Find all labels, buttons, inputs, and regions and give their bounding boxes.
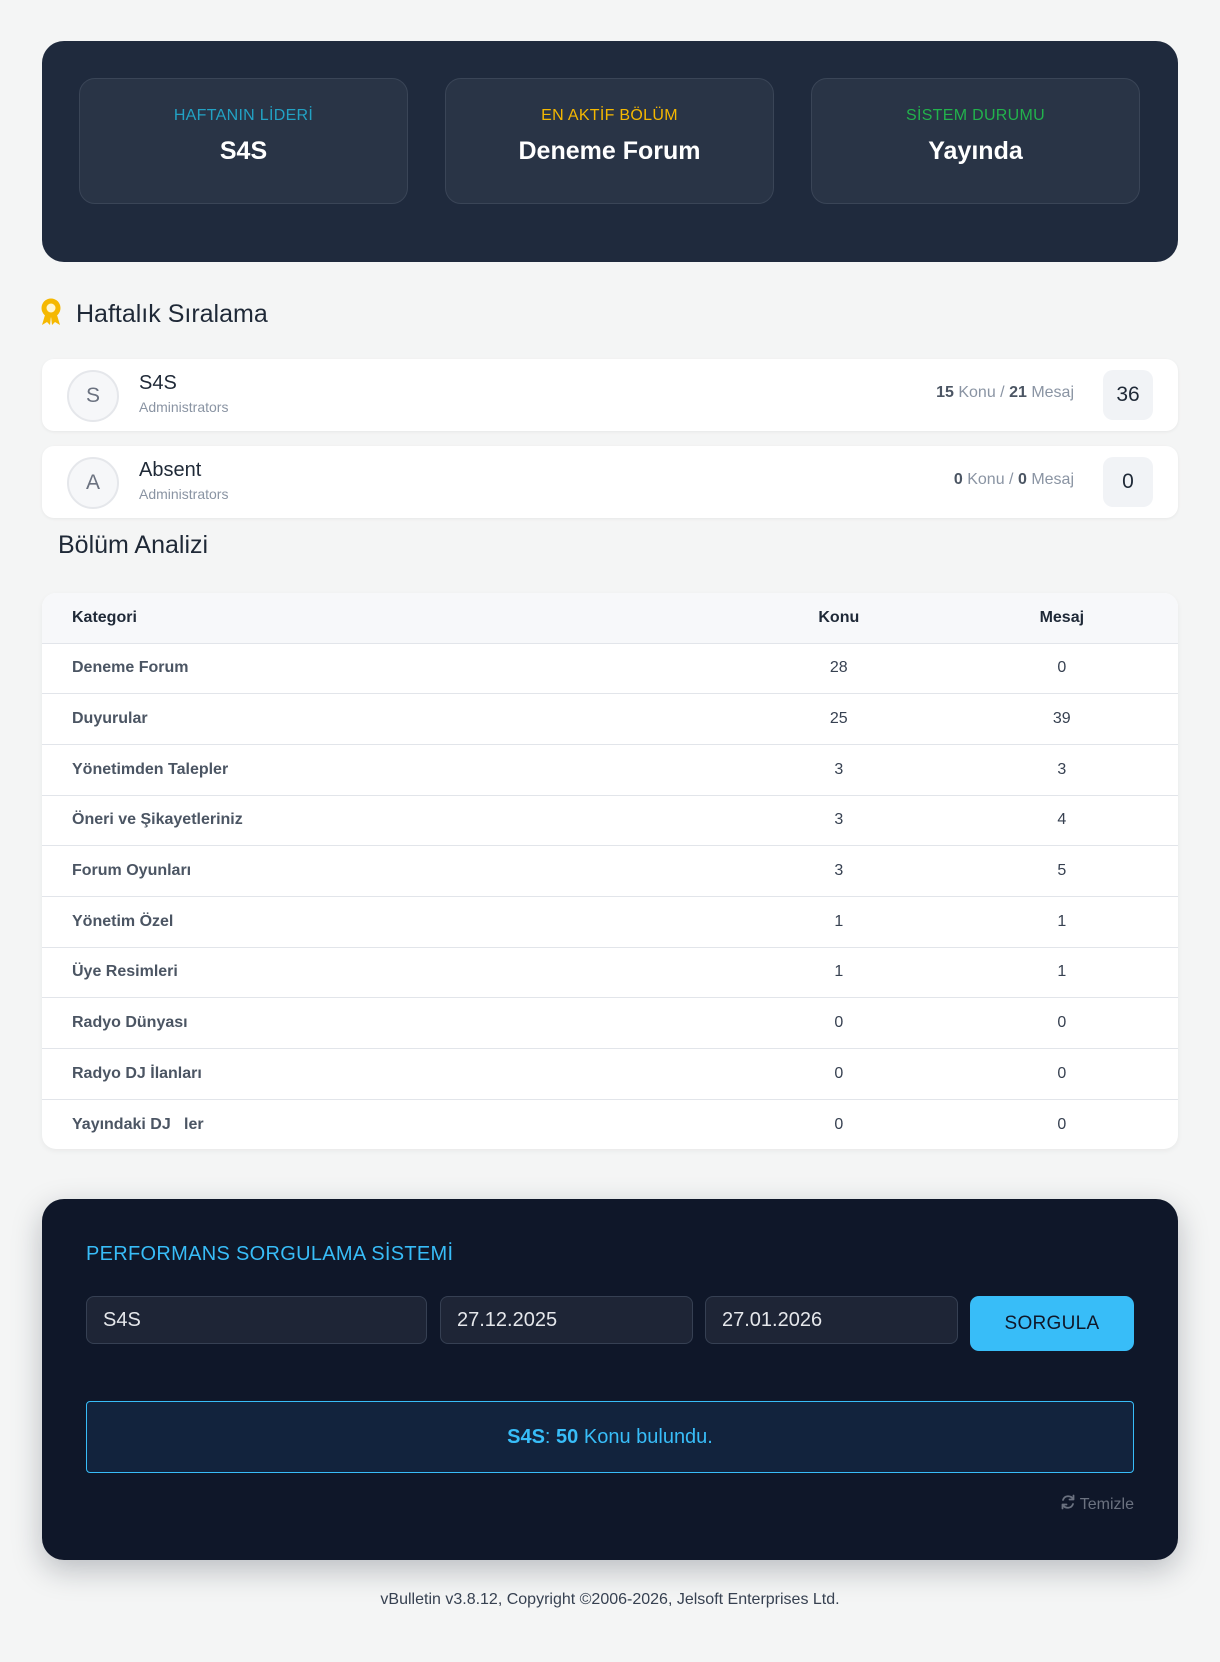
query-button[interactable]: SORGULA bbox=[970, 1296, 1134, 1351]
clear-link[interactable]: Temizle bbox=[1060, 1494, 1134, 1515]
refresh-icon bbox=[1060, 1494, 1076, 1515]
table-row: Yayındaki DJ ler 0 0 bbox=[42, 1099, 1178, 1149]
table-row: Yönetimden Talepler 3 3 bbox=[42, 744, 1178, 796]
table-row: Radyo Dünyası 0 0 bbox=[42, 997, 1178, 1049]
score-badge: 36 bbox=[1103, 370, 1153, 420]
mesaj-cell: 0 bbox=[945, 997, 1178, 1049]
mesaj-cell: 0 bbox=[945, 643, 1178, 695]
category-name[interactable]: Duyurular bbox=[42, 693, 732, 745]
mesaj-cell: 0 bbox=[1057, 1115, 1067, 1133]
category-name[interactable]: Yönetimden Talepler bbox=[42, 744, 732, 796]
ranking-row[interactable]: S S4S Administrators 15 Konu / 21 Mesaj … bbox=[42, 359, 1178, 431]
mesaj-cell: 1 bbox=[945, 896, 1178, 948]
stat-label: SİSTEM DURUMU bbox=[905, 107, 1045, 124]
konu-cell: 3 bbox=[732, 795, 946, 847]
result-text: Konu bulundu. bbox=[583, 1425, 713, 1448]
konu-cell: 0 bbox=[732, 997, 946, 1049]
table-row: Radyo DJ İlanları 0 0 bbox=[42, 1048, 1178, 1100]
analysis-title: Bölüm Analizi bbox=[58, 531, 209, 559]
ranking-username[interactable]: S4S bbox=[139, 372, 177, 395]
ranking-title: Haftalık Sıralama bbox=[76, 299, 268, 328]
stat-card-system-status: SİSTEM DURUMU Yayında bbox=[811, 78, 1140, 204]
ranking-row[interactable]: A Absent Administrators 0 Konu / 0 Mesaj… bbox=[42, 446, 1178, 518]
konu-cell: 3 bbox=[732, 744, 946, 796]
footer-copyright: vBulletin v3.8.12, Copyright ©2006-2026,… bbox=[380, 1591, 840, 1608]
mesaj-label: Mesaj bbox=[1031, 471, 1074, 488]
stat-label: EN AKTİF BÖLÜM bbox=[541, 107, 678, 124]
table-row: Deneme Forum 28 0 bbox=[42, 643, 1178, 695]
category-name[interactable]: Radyo DJ İlanları bbox=[42, 1048, 732, 1100]
clear-label: Temizle bbox=[1079, 1495, 1134, 1513]
table-row: Duyurular 25 39 bbox=[42, 693, 1178, 745]
mesaj-label: Mesaj bbox=[1031, 384, 1074, 401]
column-header-kategori: Kategori bbox=[42, 593, 732, 644]
konu-cell: 1 bbox=[732, 947, 946, 999]
stat-card-most-active-section: EN AKTİF BÖLÜM Deneme Forum bbox=[445, 78, 774, 204]
category-name[interactable]: Yönetim Özel bbox=[42, 896, 732, 948]
konu-cell: 28 bbox=[732, 643, 946, 695]
ranking-heading: Haftalık Sıralama bbox=[40, 297, 268, 331]
konu-cell: 0 bbox=[732, 1048, 946, 1100]
mesaj-cell: 1 bbox=[945, 947, 1178, 999]
result-user: S4S bbox=[507, 1425, 545, 1448]
stat-label: HAFTANIN LİDERİ bbox=[173, 107, 314, 124]
table-row: Yönetim Özel 1 1 bbox=[42, 896, 1178, 948]
table-row: Öneri ve Şikayetleriniz 3 4 bbox=[42, 795, 1178, 847]
table-row: Forum Oyunları 3 5 bbox=[42, 845, 1178, 897]
score-badge: 0 bbox=[1103, 457, 1153, 507]
analysis-table: Kategori Konu Mesaj Deneme Forum 28 0 Du… bbox=[42, 593, 1178, 1149]
konu-cell: 1 bbox=[732, 896, 946, 948]
konu-label: Konu bbox=[967, 471, 1005, 488]
avatar: S bbox=[67, 370, 119, 422]
table-row: Üye Resimleri 1 1 bbox=[42, 947, 1178, 999]
konu-cell: 0 bbox=[834, 1115, 844, 1133]
column-header-konu: Konu bbox=[732, 593, 946, 644]
username-input[interactable] bbox=[86, 1296, 427, 1344]
end-date-input[interactable] bbox=[705, 1296, 958, 1344]
konu-cell: 25 bbox=[732, 693, 946, 745]
query-result: S4S: 50 Konu bulundu. bbox=[86, 1401, 1134, 1473]
category-name[interactable]: Deneme Forum bbox=[42, 643, 732, 695]
column-header-mesaj: Mesaj bbox=[945, 593, 1178, 644]
avatar: A bbox=[67, 457, 119, 509]
performance-query-panel: PERFORMANS SORGULAMA SİSTEMİ SORGULA S4S… bbox=[42, 1199, 1178, 1560]
ranking-user-group: Administrators bbox=[139, 399, 229, 415]
mesaj-cell: 5 bbox=[945, 845, 1178, 897]
mesaj-cell: 3 bbox=[945, 744, 1178, 796]
mesaj-cell: 39 bbox=[945, 693, 1178, 745]
mesaj-cell: 0 bbox=[945, 1048, 1178, 1100]
konu-count: 15 bbox=[936, 384, 954, 401]
performance-title: PERFORMANS SORGULAMA SİSTEMİ bbox=[86, 1243, 454, 1265]
category-name[interactable]: Yayındaki DJ ler bbox=[42, 1099, 732, 1149]
table-header-row: Kategori Konu Mesaj bbox=[42, 593, 1178, 644]
mesaj-count: 21 bbox=[1009, 384, 1027, 401]
stats-panel: HAFTANIN LİDERİ S4S EN AKTİF BÖLÜM Denem… bbox=[42, 41, 1178, 262]
start-date-input[interactable] bbox=[440, 1296, 693, 1344]
category-name[interactable]: Forum Oyunları bbox=[42, 845, 732, 897]
stat-card-weekly-leader: HAFTANIN LİDERİ S4S bbox=[79, 78, 408, 204]
stat-value: Deneme Forum bbox=[518, 137, 701, 165]
stat-value: S4S bbox=[219, 137, 268, 165]
stat-value: Yayında bbox=[928, 137, 1023, 165]
konu-cell: 3 bbox=[732, 845, 946, 897]
category-name[interactable]: Üye Resimleri bbox=[42, 947, 732, 999]
ranking-counts: 15 Konu / 21 Mesaj bbox=[936, 384, 1074, 401]
analysis-table-card: Kategori Konu Mesaj Deneme Forum 28 0 Du… bbox=[42, 593, 1178, 1149]
mesaj-cell: 4 bbox=[945, 795, 1178, 847]
ranking-user-group: Administrators bbox=[139, 486, 229, 502]
ranking-counts: 0 Konu / 0 Mesaj bbox=[953, 471, 1074, 488]
result-separator: : bbox=[544, 1425, 551, 1448]
mesaj-count: 0 bbox=[1017, 471, 1027, 488]
konu-label: Konu bbox=[958, 384, 996, 401]
ranking-username[interactable]: Absent bbox=[139, 459, 201, 482]
result-count: 50 bbox=[556, 1425, 579, 1448]
category-name[interactable]: Öneri ve Şikayetleriniz bbox=[42, 795, 732, 847]
award-ribbon-icon bbox=[40, 298, 62, 331]
konu-count: 0 bbox=[953, 471, 963, 488]
category-name[interactable]: Radyo Dünyası bbox=[42, 997, 732, 1049]
